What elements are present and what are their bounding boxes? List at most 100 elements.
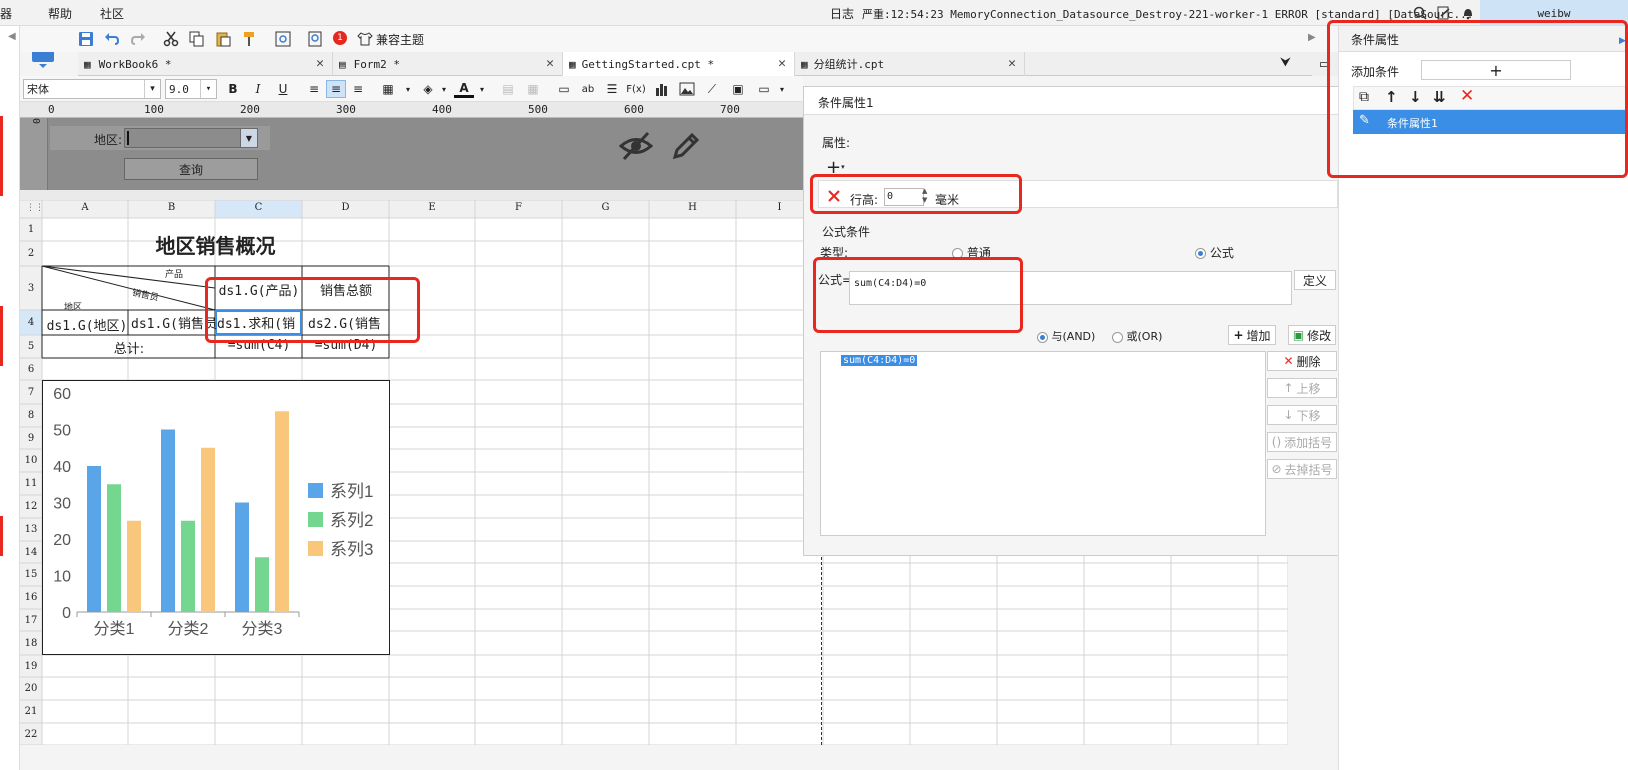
align-right-icon[interactable]: ≡: [348, 80, 368, 98]
row-header[interactable]: 22: [20, 723, 42, 745]
panel-expand-icon[interactable]: ▶: [1619, 36, 1626, 46]
close-icon[interactable]: ✕: [1460, 86, 1474, 106]
align-center-icon[interactable]: ≡: [326, 80, 346, 98]
cell-d4[interactable]: ds2.G(销售: [308, 313, 390, 332]
chevron-down-icon[interactable]: ▾: [772, 80, 792, 98]
menu-item-server[interactable]: 器: [0, 5, 12, 22]
cell-a4[interactable]: ds1.G(地区): [44, 315, 130, 334]
row-header[interactable]: 14: [20, 541, 42, 563]
add-attr-button[interactable]: + ▾: [826, 157, 852, 178]
status-message[interactable]: 严重:12:54:23 MemoryConnection_Datasource_…: [862, 6, 1473, 22]
column-header[interactable]: D: [302, 202, 389, 213]
move-up-button[interactable]: ↑ 上移: [1267, 378, 1337, 398]
row-header[interactable]: 1: [20, 218, 42, 241]
column-header[interactable]: H: [649, 202, 736, 213]
row-header[interactable]: 21: [20, 700, 42, 723]
define-button[interactable]: 定义: [1294, 270, 1336, 290]
add-button[interactable]: + 增加: [1228, 325, 1276, 345]
collapse-right-icon[interactable]: ▶: [1308, 32, 1316, 43]
formula-icon[interactable]: F(x): [626, 80, 646, 98]
edit-doc-icon[interactable]: [1436, 5, 1452, 21]
slash-icon[interactable]: ⟋: [702, 80, 722, 98]
add-condition-button[interactable]: +: [1421, 60, 1571, 80]
query-button[interactable]: 查询: [124, 158, 258, 180]
condition-list[interactable]: sum(C4:D4)=0: [820, 351, 1266, 536]
delete-attr-icon[interactable]: [826, 188, 842, 204]
chevron-down-icon[interactable]: ▼: [240, 128, 258, 148]
row-header[interactable]: 16: [20, 586, 42, 609]
type-formula-radio[interactable]: 公式: [1195, 244, 1234, 261]
copy-icon[interactable]: ⧉: [1359, 89, 1369, 105]
modify-button[interactable]: ▣ 修改: [1288, 325, 1336, 345]
chart-icon[interactable]: [652, 80, 672, 98]
row-header[interactable]: 18: [20, 631, 42, 655]
user-badge[interactable]: weibw: [1480, 0, 1628, 26]
text-cell-icon[interactable]: ▭: [554, 80, 574, 98]
arrow-up-icon[interactable]: ↑: [1385, 88, 1398, 106]
bell-icon[interactable]: [1460, 5, 1476, 21]
border-icon[interactable]: ▦: [378, 80, 398, 98]
column-header[interactable]: B: [128, 202, 215, 213]
add-bracket-button[interactable]: () 添加括号: [1267, 432, 1337, 452]
row-header[interactable]: 6: [20, 358, 42, 380]
paste-icon[interactable]: [212, 29, 234, 49]
font-family-select[interactable]: 宋体 ▾: [23, 79, 161, 99]
spinner-icon[interactable]: ▲ ▼: [922, 187, 927, 205]
unmerge-icon[interactable]: ▦: [523, 80, 543, 98]
pencil-icon[interactable]: [668, 128, 704, 164]
search-report-icon[interactable]: [305, 29, 327, 49]
cell-d5[interactable]: =sum(D4): [303, 338, 389, 353]
menu-item-help[interactable]: 帮助: [48, 5, 72, 22]
tab-form2[interactable]: ▤ Form2 * ✕: [333, 52, 563, 76]
tab-group-stats[interactable]: ▦ 分组统计.cpt ✕: [795, 52, 1025, 76]
and-radio[interactable]: 与(AND): [1037, 328, 1095, 344]
underline-button[interactable]: U: [273, 80, 293, 98]
cut-icon[interactable]: [160, 29, 182, 49]
redo-icon[interactable]: [127, 29, 149, 49]
text-ab-icon[interactable]: ab: [578, 80, 598, 98]
row-header[interactable]: 4: [20, 310, 42, 335]
row-header[interactable]: 19: [20, 655, 42, 677]
report-title[interactable]: 地区销售概况: [42, 230, 389, 258]
remove-bracket-button[interactable]: ⊘ 去掉括号: [1267, 459, 1337, 479]
menu-item-community[interactable]: 社区: [100, 5, 124, 22]
tab-workbook6[interactable]: ▦ WorkBook6 * ✕: [78, 52, 333, 76]
format-painter-icon[interactable]: [238, 29, 260, 49]
close-icon[interactable]: ✕: [546, 56, 554, 71]
panel-toggle-icon[interactable]: ▭: [1312, 52, 1338, 76]
italic-button[interactable]: I: [248, 80, 268, 98]
collapse-left-icon[interactable]: ◀: [8, 31, 16, 42]
row-header[interactable]: 9: [20, 427, 42, 449]
condition-item[interactable]: sum(C4:D4)=0: [841, 355, 918, 366]
delete-button[interactable]: ✕ 删除: [1267, 351, 1337, 371]
column-header[interactable]: E: [389, 202, 475, 213]
formula-input[interactable]: sum(C4:D4)=0: [849, 271, 1292, 305]
cell-c3[interactable]: ds1.G(产品): [216, 280, 302, 299]
chart-container[interactable]: 0 10 20 30 40 50 60 分类1 分类2 分类3 系列1 系列2 系列3: [42, 380, 390, 655]
row-header[interactable]: 5: [20, 335, 42, 358]
cell-d3[interactable]: 销售总额: [303, 280, 389, 299]
rich-text-icon[interactable]: ☰: [602, 80, 622, 98]
chevron-down-icon[interactable]: ▾: [472, 80, 492, 98]
row-header[interactable]: 12: [20, 495, 42, 518]
row-header[interactable]: 20: [20, 677, 42, 700]
row-header[interactable]: 17: [20, 609, 42, 631]
column-header[interactable]: C: [215, 202, 302, 213]
close-icon[interactable]: ✕: [1008, 56, 1016, 71]
or-radio[interactable]: 或(OR): [1112, 328, 1162, 344]
close-icon[interactable]: ✕: [778, 56, 786, 71]
cell-b4[interactable]: ds1.G(销售员): [131, 313, 217, 332]
shirt-icon[interactable]: [356, 30, 374, 48]
column-header[interactable]: A: [42, 202, 128, 213]
condition-list-item[interactable]: ✎ 条件属性1: [1353, 110, 1628, 134]
move-down-button[interactable]: ↓ 下移: [1267, 405, 1337, 425]
chevron-down-icon[interactable]: ▾: [434, 80, 454, 98]
preview-icon[interactable]: [272, 29, 294, 49]
type-normal-radio[interactable]: 普通: [952, 244, 991, 261]
undo-icon[interactable]: [101, 29, 123, 49]
save-icon[interactable]: [75, 29, 97, 49]
row-header[interactable]: 11: [20, 472, 42, 495]
merge-icon[interactable]: ▤: [498, 80, 518, 98]
hide-icon[interactable]: [618, 128, 654, 164]
row-header[interactable]: 2: [20, 241, 42, 266]
